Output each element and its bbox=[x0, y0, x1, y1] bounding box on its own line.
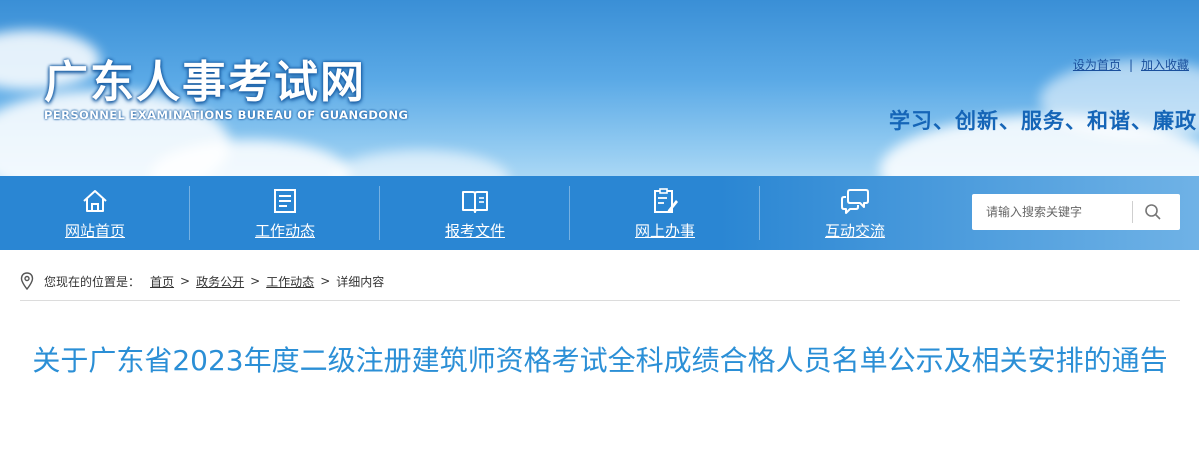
nav-label: 互动交流 bbox=[824, 221, 885, 240]
home-icon bbox=[83, 189, 107, 212]
nav-item-home[interactable]: 网站首页 bbox=[0, 176, 190, 250]
main-nav: 网站首页 工作动态 报考文件 网上办事 互动交流 请输入搜索关键字 bbox=[0, 176, 1199, 250]
nav-label: 网上办事 bbox=[634, 221, 695, 240]
add-favorite-link[interactable]: 加入收藏 bbox=[1141, 58, 1189, 72]
news-list-icon bbox=[274, 188, 296, 213]
nav-item-work-news[interactable]: 工作动态 bbox=[190, 176, 380, 250]
cloud-decoration bbox=[330, 150, 510, 176]
search-input[interactable] bbox=[972, 194, 1132, 230]
search-button[interactable] bbox=[1133, 194, 1173, 230]
site-logo-title: 广东人事考试网 bbox=[44, 57, 366, 108]
link-separator: | bbox=[1128, 58, 1133, 72]
search-icon bbox=[1145, 204, 1161, 220]
nav-label: 网站首页 bbox=[64, 221, 125, 240]
nav-item-exam-files[interactable]: 报考文件 bbox=[380, 176, 570, 250]
header-banner: 广东人事考试网 PERSONNEL EXAMINATIONS BUREAU OF… bbox=[0, 0, 1199, 176]
breadcrumb-separator: > bbox=[250, 274, 261, 288]
breadcrumb: 您现在的位置是： 首页 > 政务公开 > 工作动态 > 详细内容 bbox=[20, 268, 1180, 294]
nav-item-interaction[interactable]: 互动交流 bbox=[760, 176, 950, 250]
set-homepage-link[interactable]: 设为首页 bbox=[1073, 58, 1121, 72]
book-icon bbox=[462, 190, 488, 213]
breadcrumb-separator: > bbox=[320, 274, 331, 288]
clipboard-edit-icon bbox=[654, 187, 678, 213]
nav-label: 工作动态 bbox=[254, 221, 315, 240]
nav-label: 报考文件 bbox=[444, 221, 505, 240]
location-pin-icon bbox=[20, 272, 34, 290]
breadcrumb-link-work-news[interactable]: 工作动态 bbox=[266, 273, 314, 290]
breadcrumb-link-home[interactable]: 首页 bbox=[150, 273, 174, 290]
search-box bbox=[972, 194, 1180, 230]
breadcrumb-separator: > bbox=[180, 274, 191, 288]
breadcrumb-link-government-affairs[interactable]: 政务公开 bbox=[196, 273, 244, 290]
site-slogan: 学习、创新、服务、和谐、廉政 bbox=[889, 109, 1197, 133]
breadcrumb-current: 详细内容 bbox=[336, 274, 385, 289]
article-title: 关于广东省2023年度二级注册建筑师资格考试全科成绩合格人员名单公示及相关安排的… bbox=[32, 344, 1168, 377]
breadcrumb-prefix: 您现在的位置是： bbox=[44, 274, 141, 289]
nav-item-online-services[interactable]: 网上办事 bbox=[570, 176, 760, 250]
site-logo-subtitle: PERSONNEL EXAMINATIONS BUREAU OF GUANGDO… bbox=[44, 108, 409, 122]
top-links: 设为首页 | 加入收藏 bbox=[1073, 56, 1189, 73]
chat-bubbles-icon bbox=[841, 188, 869, 214]
breadcrumb-divider bbox=[20, 300, 1180, 301]
